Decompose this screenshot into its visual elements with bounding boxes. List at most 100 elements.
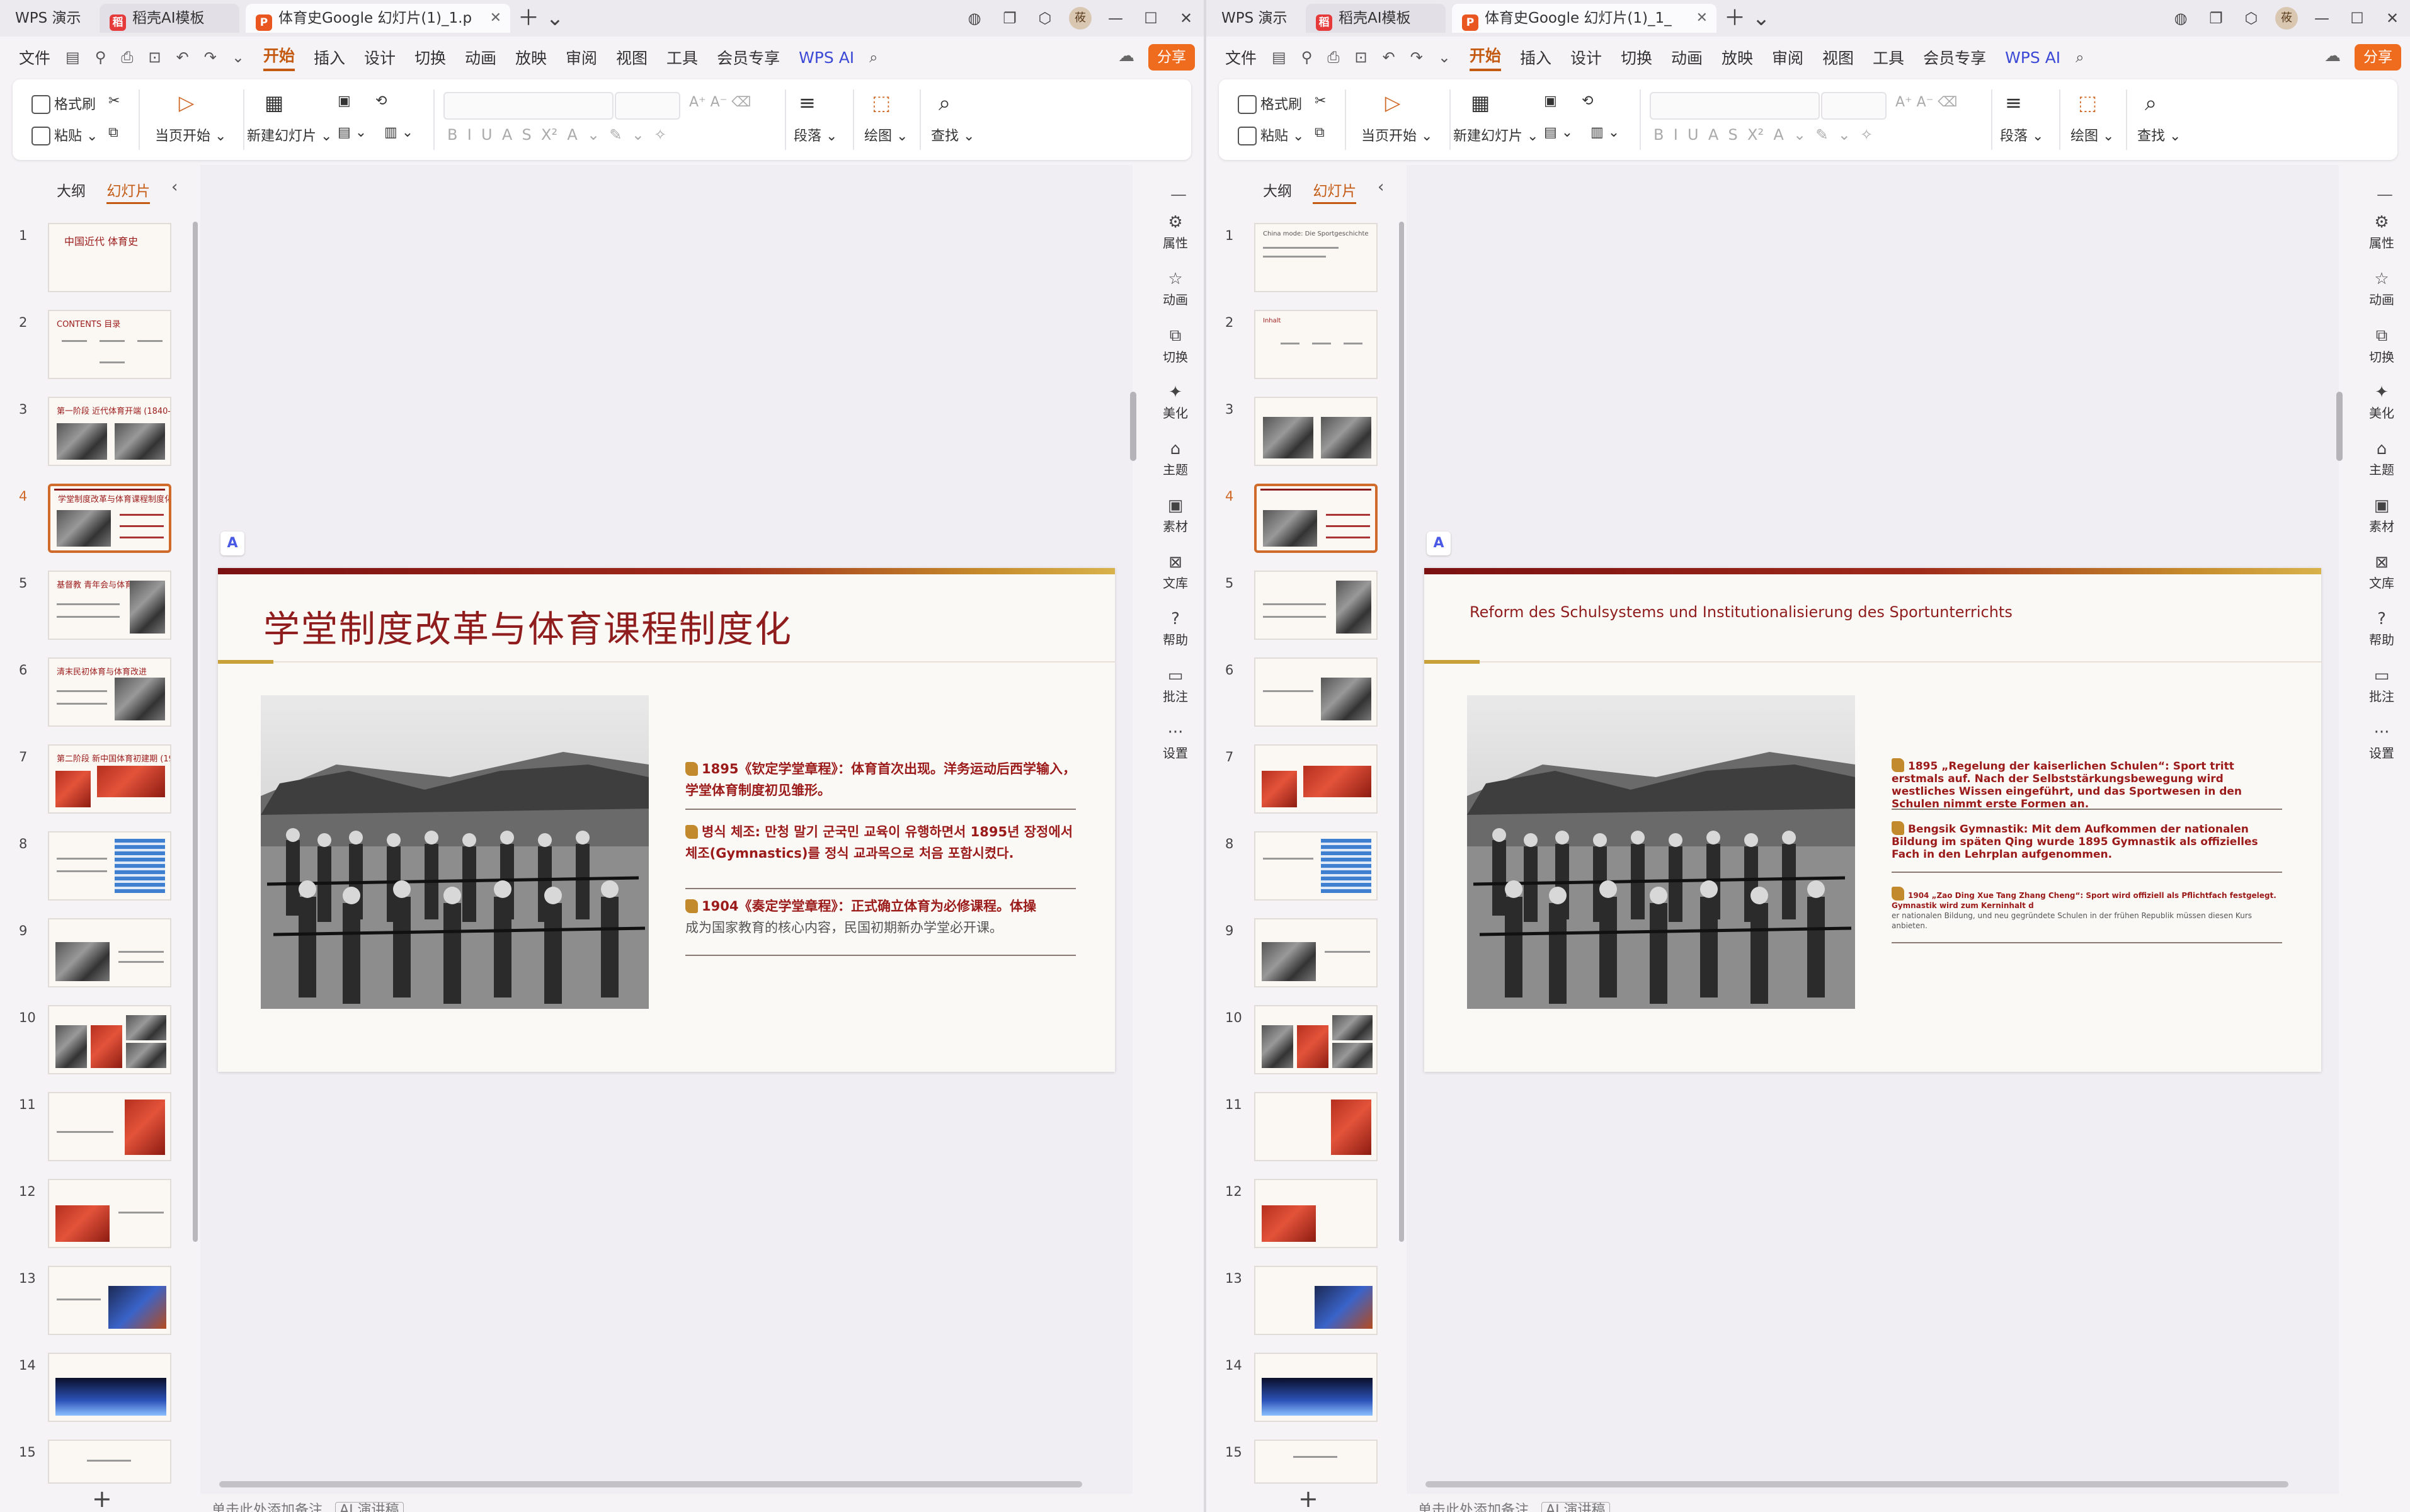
- box-icon[interactable]: ⬡: [1027, 9, 1063, 27]
- play-icon[interactable]: ▷: [1361, 91, 1424, 115]
- collapse-panel-icon[interactable]: ‹: [1378, 178, 1384, 196]
- font-family-select[interactable]: [443, 92, 614, 120]
- bullet-1904-regulation[interactable]: 1904《奏定学堂章程》：正式确立体育为必修课程。体操 成为国家教育的核心内容，民…: [685, 895, 1076, 938]
- menu-home[interactable]: 开始: [263, 43, 295, 71]
- new-slide-icon[interactable]: ▦: [1471, 91, 1490, 115]
- new-tab-button[interactable]: ＋ ⌄: [1724, 6, 1770, 30]
- tool-properties[interactable]: ⚙ 属性: [1146, 213, 1204, 251]
- collapse-strip-icon[interactable]: —: [1170, 185, 1187, 204]
- link-icon[interactable]: ⚲: [95, 48, 106, 66]
- copilot-icon[interactable]: ◍: [2163, 9, 2198, 27]
- font-size-select[interactable]: [615, 92, 680, 120]
- menu-tools[interactable]: 工具: [1873, 46, 1904, 69]
- format-painter-button[interactable]: 格式刷: [1238, 93, 1302, 114]
- menu-wps-ai[interactable]: WPS AI: [799, 48, 854, 67]
- slide-thumbnail[interactable]: [48, 1353, 171, 1422]
- menu-design[interactable]: 设计: [364, 46, 396, 69]
- tool-help[interactable]: ? 帮助: [1146, 610, 1204, 648]
- minimize-icon[interactable]: —: [1098, 9, 1133, 27]
- play-from-current-button[interactable]: 当页开始 ⌄: [1361, 125, 1432, 145]
- notes-placeholder[interactable]: 单击此处添加备注: [212, 1503, 323, 1512]
- ai-speaker-notes-button[interactable]: AI 演讲稿: [335, 1502, 404, 1512]
- slide-thumbnail[interactable]: [48, 918, 171, 987]
- paste-button[interactable]: 粘贴 ⌄: [1238, 125, 1304, 145]
- close-window-icon[interactable]: ✕: [2375, 9, 2410, 27]
- bullet-1895-regulation[interactable]: 1895 „Regelung der kaiserlichen Schulen“…: [1892, 758, 2282, 810]
- link-icon[interactable]: ⚲: [1301, 48, 1313, 66]
- menu-file[interactable]: 文件: [1225, 46, 1257, 69]
- close-window-icon[interactable]: ✕: [1168, 9, 1204, 27]
- slide-thumbnail[interactable]: [1254, 1353, 1378, 1422]
- collapse-strip-icon[interactable]: —: [2377, 185, 2393, 204]
- collapse-panel-icon[interactable]: ‹: [171, 178, 178, 196]
- menu-insert[interactable]: 插入: [314, 46, 345, 69]
- bullet-1895-regulation[interactable]: 1895《钦定学堂章程》：体育首次出现。洋务运动后西学输入，学堂体育制度初见雏形…: [685, 758, 1076, 801]
- tool-help[interactable]: ? 帮助: [2353, 610, 2410, 648]
- text-format-icons[interactable]: B I U A S X² A ⌄ ✎ ⌄ ✧: [1653, 126, 1873, 144]
- slide-thumbnail[interactable]: [1254, 397, 1378, 466]
- find-button[interactable]: 查找 ⌄: [2137, 125, 2181, 145]
- menu-view[interactable]: 视图: [1822, 46, 1854, 69]
- redo-icon[interactable]: ↷: [1410, 48, 1423, 66]
- font-size-select[interactable]: [1821, 92, 1887, 120]
- section-icon[interactable]: ▤ ⌄: [1544, 125, 1573, 140]
- print-preview-icon[interactable]: ⊡: [1354, 48, 1367, 66]
- add-slide-button[interactable]: +: [92, 1485, 112, 1512]
- slide-thumbnail[interactable]: CONTENTS 目录: [48, 310, 171, 379]
- slide-thumbnail[interactable]: [48, 831, 171, 901]
- menu-file[interactable]: 文件: [19, 46, 50, 69]
- canvas-scrollbar-horizontal[interactable]: [1425, 1481, 2288, 1487]
- tab-wps-presentation[interactable]: WPS 演示: [1211, 4, 1299, 33]
- menu-home[interactable]: 开始: [1469, 43, 1501, 71]
- menu-slideshow[interactable]: 放映: [1722, 46, 1753, 69]
- menu-wps-ai[interactable]: WPS AI: [2005, 48, 2060, 67]
- section-icon[interactable]: ▤ ⌄: [338, 125, 367, 140]
- window-tile-icon[interactable]: ❐: [2198, 9, 2234, 27]
- slide-thumbnail[interactable]: [48, 1092, 171, 1161]
- slide-thumbnail[interactable]: Inhalt: [1254, 310, 1378, 379]
- arrange-icon[interactable]: ▥ ⌄: [1590, 125, 1619, 140]
- draw-button[interactable]: 绘图 ⌄: [864, 125, 908, 145]
- tool-beautify[interactable]: ✦ 美化: [1146, 383, 1204, 421]
- paragraph-button[interactable]: 段落 ⌄: [2000, 125, 2043, 145]
- font-family-select[interactable]: [1650, 92, 1820, 120]
- paragraph-icon[interactable]: ≡: [2005, 91, 2022, 115]
- paste-button[interactable]: 粘贴 ⌄: [31, 125, 98, 145]
- menu-insert[interactable]: 插入: [1520, 46, 1551, 69]
- slide-thumbnail[interactable]: [48, 1005, 171, 1074]
- menu-animation[interactable]: 动画: [465, 46, 496, 69]
- tool-transition[interactable]: ⧉ 切换: [2353, 326, 2410, 365]
- close-tab-icon[interactable]: ✕: [1696, 4, 1708, 33]
- slide-thumbnail[interactable]: [1254, 1092, 1378, 1161]
- tool-comment[interactable]: ▭ 批注: [1146, 666, 1204, 705]
- arrange-icon[interactable]: ▥ ⌄: [384, 125, 413, 140]
- tool-beautify[interactable]: ✦ 美化: [2353, 383, 2410, 421]
- tab-outline[interactable]: 大纲: [1263, 183, 1292, 200]
- share-button[interactable]: 分享: [1148, 44, 1195, 71]
- draw-icon[interactable]: ⬚: [872, 91, 891, 115]
- window-tile-icon[interactable]: ❐: [992, 9, 1027, 27]
- close-tab-icon[interactable]: ✕: [490, 4, 501, 33]
- font-size-controls[interactable]: A⁺ A⁻ ⌫: [1895, 94, 1957, 110]
- find-icon[interactable]: ⌕: [939, 91, 951, 116]
- notes-bar[interactable]: 单击此处添加备注 AI 演讲稿: [212, 1499, 404, 1512]
- avatar[interactable]: 莜: [1063, 7, 1098, 30]
- tab-docer-ai-templates[interactable]: 稻稻壳AI模板: [100, 4, 239, 33]
- maximize-icon[interactable]: ☐: [2339, 9, 2375, 27]
- menu-member[interactable]: 会员专享: [1923, 46, 1986, 69]
- save-icon[interactable]: ▤: [66, 48, 80, 66]
- layout-icon[interactable]: ▣: [338, 93, 351, 109]
- slide-thumbnail[interactable]: 基督教 青年会与体育: [48, 571, 171, 640]
- tab-slides[interactable]: 幻灯片: [1313, 183, 1357, 204]
- more-icon[interactable]: ⌄: [232, 48, 244, 66]
- save-icon[interactable]: ▤: [1272, 48, 1286, 66]
- menu-transition[interactable]: 切换: [1621, 46, 1652, 69]
- tool-settings[interactable]: ··· 设置: [1146, 723, 1204, 761]
- notes-bar[interactable]: 单击此处添加备注 AI 演讲稿: [1418, 1499, 1610, 1512]
- text-format-icons[interactable]: B I U A S X² A ⌄ ✎ ⌄ ✧: [447, 126, 666, 144]
- play-icon[interactable]: ▷: [155, 91, 218, 115]
- box-icon[interactable]: ⬡: [2234, 9, 2269, 27]
- more-icon[interactable]: ⌄: [1438, 48, 1451, 66]
- search-icon[interactable]: ⌕: [2076, 48, 2084, 66]
- slide-thumbnail[interactable]: [48, 1179, 171, 1248]
